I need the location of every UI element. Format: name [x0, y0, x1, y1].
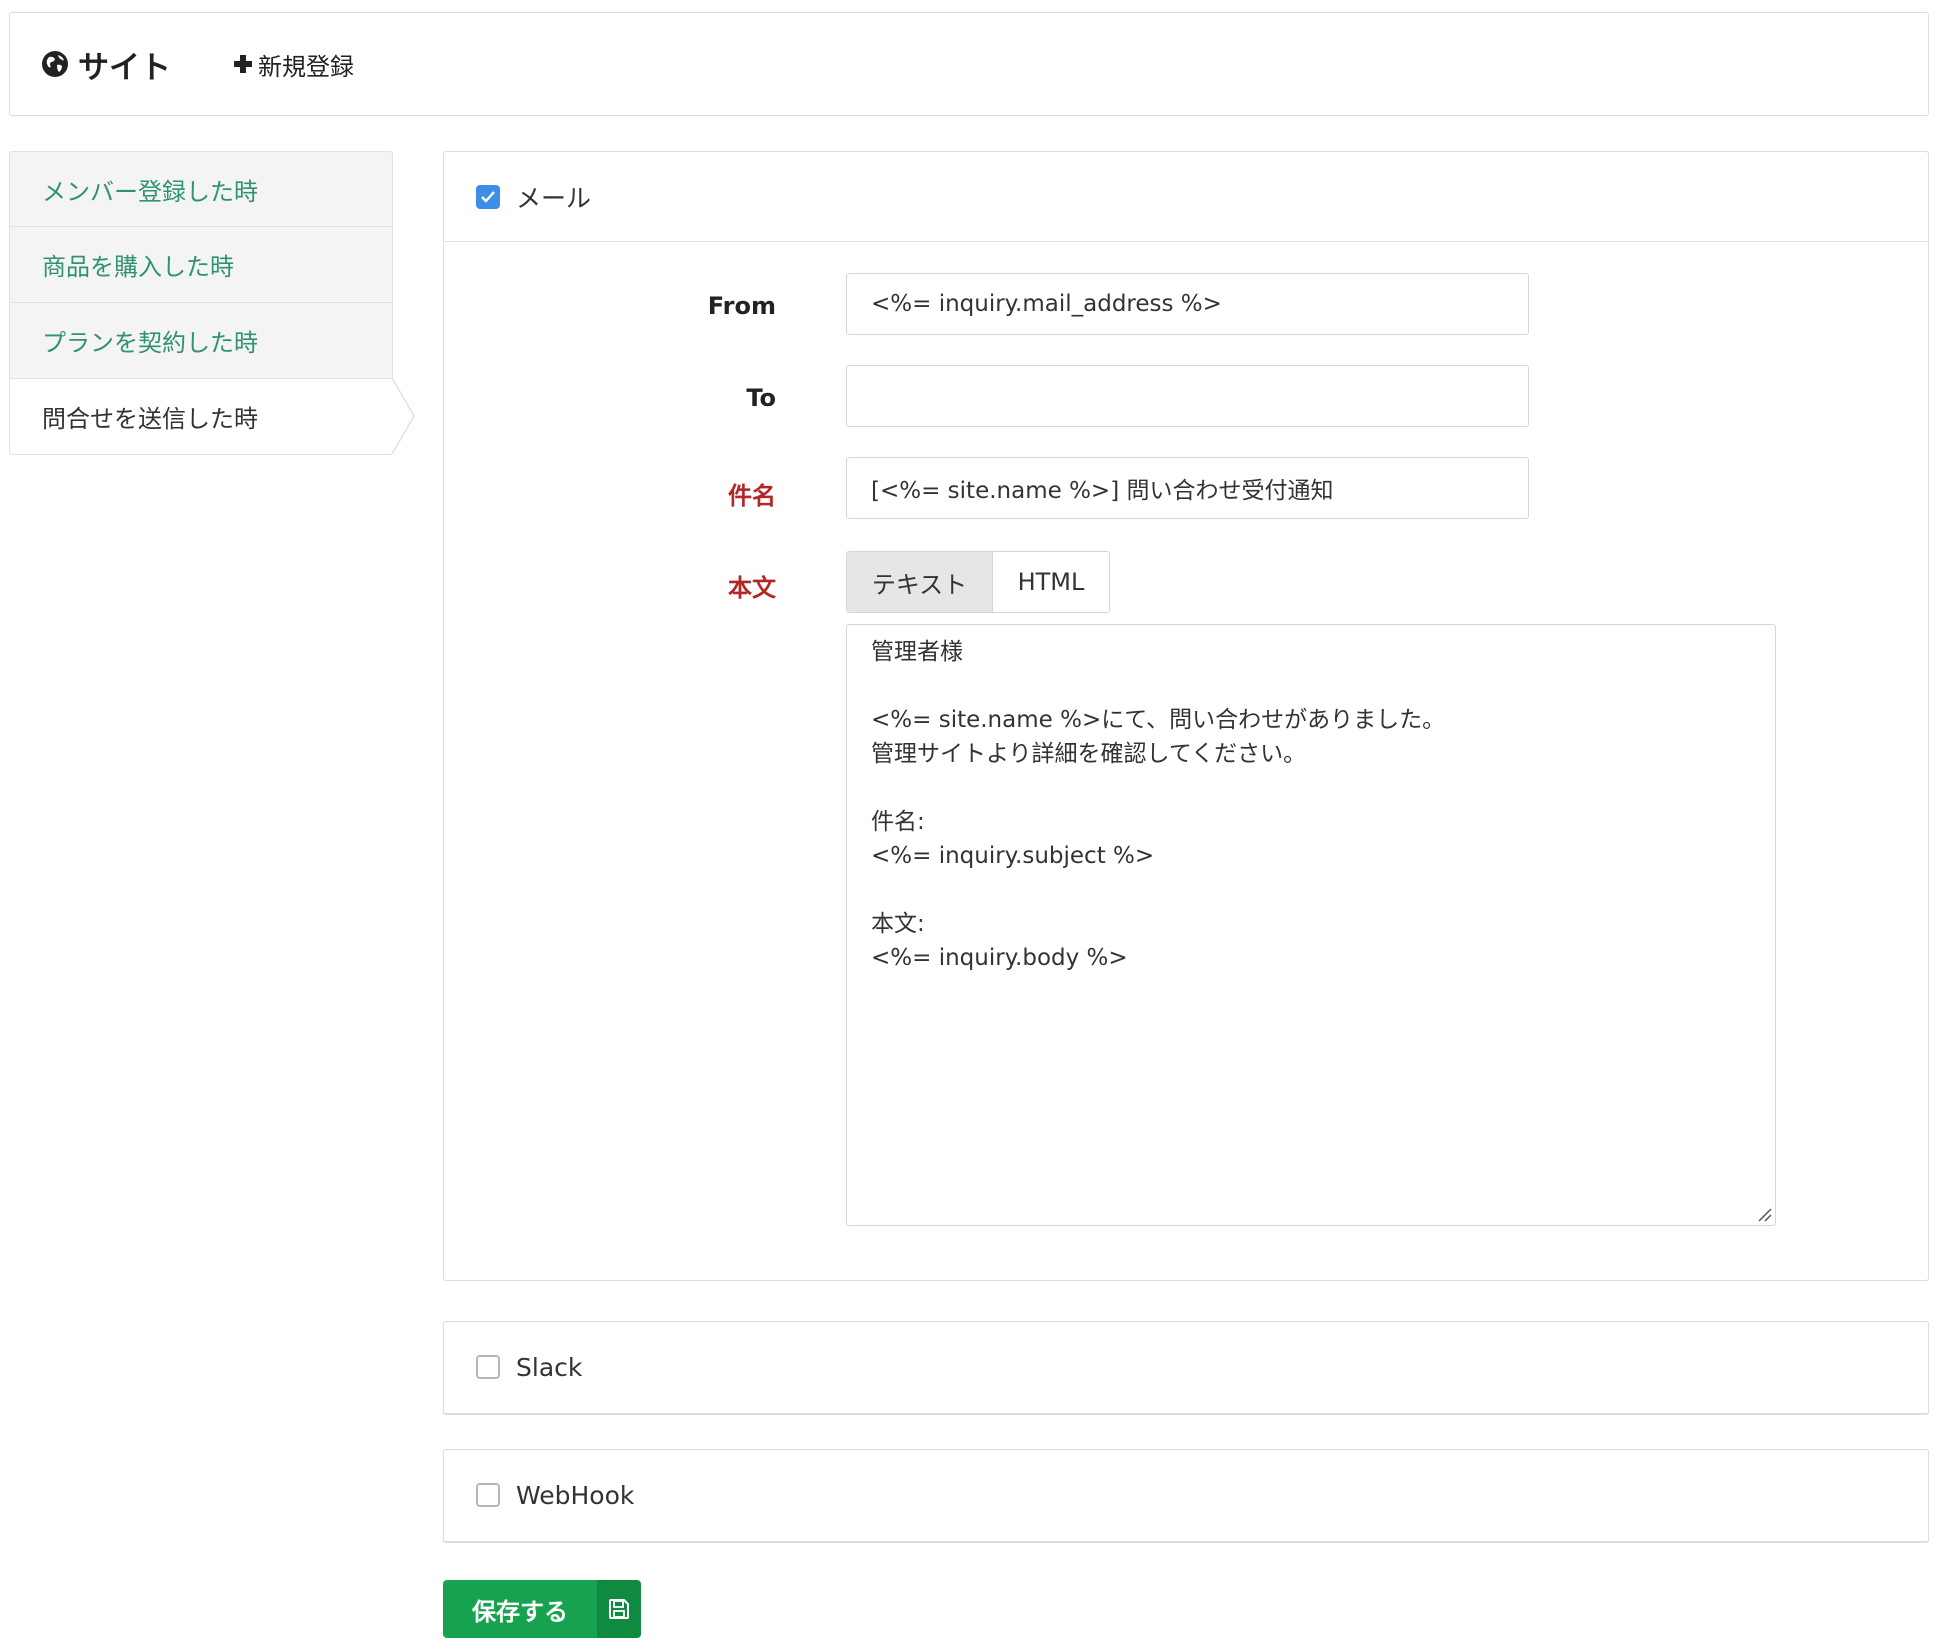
- body-label: 本文: [728, 574, 776, 602]
- body-format-tabs: テキスト HTML: [846, 551, 1110, 613]
- subject-input[interactable]: [<%= site.name %>] 問い合わせ受付通知: [846, 457, 1529, 519]
- body-line: <%= inquiry.body %>: [871, 945, 1128, 971]
- globe-icon: [42, 51, 68, 77]
- slack-enable-label: Slack: [516, 1352, 583, 1382]
- brand-label: サイト: [78, 49, 171, 86]
- body-line: 本文:: [871, 911, 925, 937]
- to-input[interactable]: [846, 365, 1529, 427]
- floppy-disk-icon: [609, 1599, 629, 1619]
- plus-icon: [234, 55, 252, 73]
- site-brand[interactable]: サイト: [40, 13, 171, 115]
- body-line: <%= inquiry.subject %>: [871, 843, 1155, 869]
- slack-enable-checkbox[interactable]: [476, 1355, 500, 1379]
- sidebar-item-inquiry-sent[interactable]: 問合せを送信した時: [9, 378, 415, 455]
- sidebar-item-plan-contracted[interactable]: プランを契約した時: [9, 303, 393, 379]
- resize-grip-icon[interactable]: [1755, 1205, 1773, 1223]
- tab-html[interactable]: HTML: [993, 552, 1109, 612]
- body-line: [871, 669, 1751, 703]
- mail-panel-header: メール: [444, 152, 1928, 242]
- mail-panel: メール From <%= inquiry.mail_address %> To …: [443, 151, 1929, 1281]
- body-line: 件名:: [871, 809, 925, 835]
- sidebar-item-product-purchased[interactable]: 商品を購入した時: [9, 227, 393, 303]
- body-line: [871, 771, 1751, 805]
- webhook-enable-checkbox[interactable]: [476, 1483, 500, 1507]
- check-icon: [481, 190, 495, 203]
- from-input[interactable]: <%= inquiry.mail_address %>: [846, 273, 1529, 335]
- sidebar-item-label: プランを契約した時: [42, 329, 258, 357]
- active-item-arrow: [392, 378, 415, 454]
- slack-panel-header: Slack: [444, 1322, 1928, 1412]
- new-registration-link[interactable]: 新規登録: [232, 13, 354, 115]
- subject-label: 件名: [728, 482, 776, 510]
- top-header: サイト 新規登録: [9, 12, 1929, 116]
- body-line: [871, 873, 1751, 907]
- sidebar-item-member-registered[interactable]: メンバー登録した時: [9, 151, 393, 227]
- from-label: From: [707, 292, 776, 320]
- tab-text[interactable]: テキスト: [847, 552, 993, 612]
- to-label: To: [746, 384, 776, 412]
- webhook-panel-header: WebHook: [444, 1450, 1928, 1540]
- event-sidebar: メンバー登録した時 商品を購入した時 プランを契約した時 問合せを送信した時: [9, 151, 415, 455]
- sidebar-item-label: 商品を購入した時: [42, 253, 234, 281]
- sidebar-item-label: メンバー登録した時: [42, 177, 258, 206]
- sidebar-item-label: 問合せを送信した時: [42, 405, 258, 433]
- save-button[interactable]: 保存する: [443, 1580, 641, 1638]
- mail-enable-checkbox[interactable]: [476, 184, 500, 209]
- save-icon-container: [597, 1580, 641, 1638]
- body-line: 管理者様: [871, 639, 963, 665]
- new-registration-label: 新規登録: [258, 52, 354, 81]
- body-textarea[interactable]: 管理者様 <%= site.name %>にて、問い合わせがありました。 管理サ…: [846, 624, 1776, 1226]
- mail-enable-label: メール: [516, 183, 592, 213]
- body-line: <%= site.name %>にて、問い合わせがありました。: [871, 707, 1446, 733]
- webhook-enable-label: WebHook: [516, 1480, 635, 1510]
- save-button-label: 保存する: [443, 1580, 597, 1638]
- body-line: 管理サイトより詳細を確認してください。: [871, 741, 1307, 767]
- slack-panel: Slack: [443, 1321, 1929, 1415]
- webhook-panel: WebHook: [443, 1449, 1929, 1543]
